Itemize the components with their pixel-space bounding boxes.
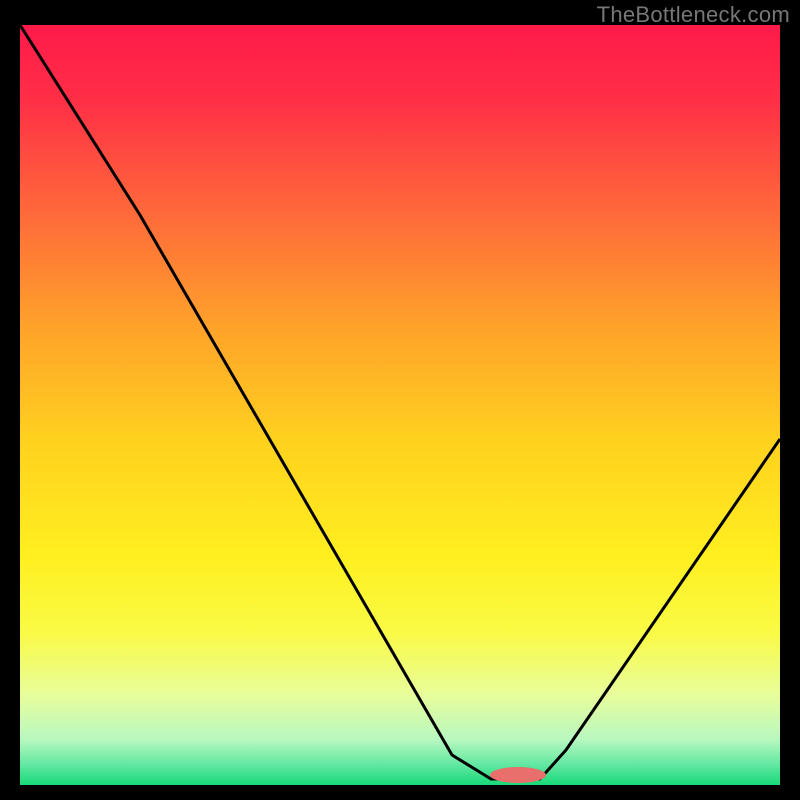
- optimum-marker: [490, 767, 546, 783]
- bottleneck-chart: [20, 25, 780, 785]
- chart-container: TheBottleneck.com: [0, 0, 800, 800]
- plot-background: [20, 25, 780, 785]
